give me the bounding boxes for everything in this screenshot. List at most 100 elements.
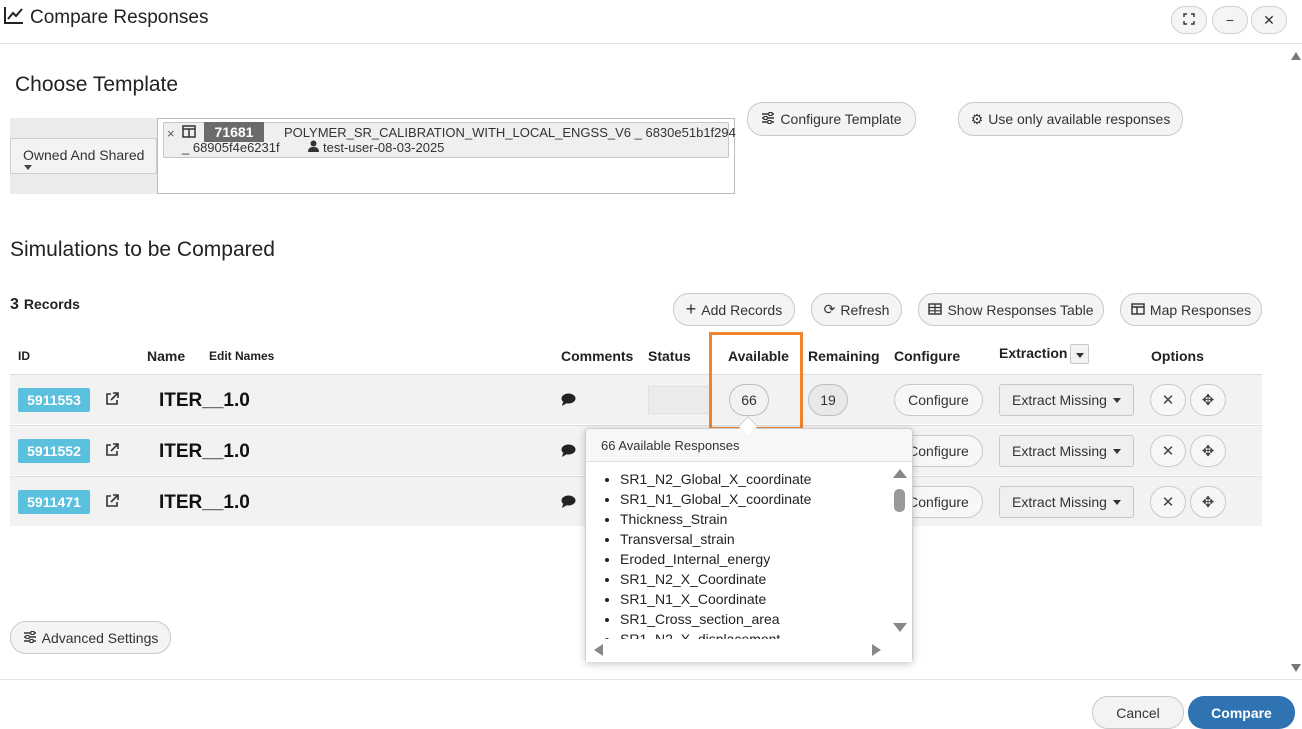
available-responses-list: SR1_N2_Global_X_coordinate SR1_N1_Global…	[586, 469, 889, 639]
refresh-icon: ⟳	[823, 301, 836, 317]
external-link-icon[interactable]	[105, 392, 119, 411]
list-item: SR1_N2_X_Coordinate	[620, 569, 889, 589]
extract-missing-label: Extract Missing	[1012, 392, 1107, 408]
columns-icon	[1131, 302, 1145, 318]
header-comments: Comments	[561, 348, 634, 364]
scroll-down-arrow-icon[interactable]	[1291, 664, 1301, 672]
sliders-icon	[23, 630, 37, 646]
move-row-button[interactable]: ✥	[1190, 486, 1226, 518]
header-name: Name	[147, 348, 186, 364]
sliders-icon	[761, 111, 775, 127]
owner-filter-dropdown[interactable]: Owned And Shared	[10, 138, 157, 174]
header-id: ID	[18, 349, 30, 363]
simulation-id-link[interactable]: 5911471	[18, 490, 90, 514]
choose-template-heading: Choose Template	[15, 73, 179, 96]
close-icon: ✕	[1161, 494, 1175, 511]
header-remaining: Remaining	[808, 348, 880, 364]
horizontal-scrollbar[interactable]	[586, 639, 912, 662]
fullscreen-button[interactable]	[1171, 6, 1207, 34]
template-user: test-user-08-03-2025	[308, 140, 444, 155]
comment-icon[interactable]	[561, 444, 576, 462]
user-icon	[308, 140, 319, 155]
scroll-down-arrow-icon[interactable]	[893, 623, 907, 632]
edit-names-link[interactable]: Edit Names	[209, 349, 274, 363]
simulation-id-link[interactable]: 5911553	[18, 388, 90, 412]
header-extraction: Extraction	[999, 345, 1068, 361]
record-count-value: 3	[10, 296, 19, 313]
simulations-heading: Simulations to be Compared	[10, 238, 275, 261]
cancel-button[interactable]: Cancel	[1092, 696, 1184, 729]
map-responses-button[interactable]: Map Responses	[1120, 293, 1262, 326]
table-icon	[928, 302, 943, 318]
close-window-button[interactable]: ✕	[1251, 6, 1287, 34]
external-link-icon[interactable]	[105, 494, 119, 513]
template-name-line1: POLYMER_SR_CALIBRATION_WITH_LOCAL_ENGSS_…	[284, 125, 736, 140]
list-item: SR1_Cross_section_area	[620, 609, 889, 629]
comment-icon[interactable]	[561, 495, 576, 513]
move-row-button[interactable]: ✥	[1190, 435, 1226, 467]
remove-row-button[interactable]: ✕	[1150, 384, 1186, 416]
extract-missing-dropdown[interactable]: Extract Missing	[999, 384, 1134, 416]
remaining-count-button[interactable]: 19	[808, 384, 848, 416]
extract-missing-label: Extract Missing	[1012, 443, 1107, 459]
available-highlight-box	[709, 332, 803, 430]
status-indicator	[648, 386, 710, 414]
refresh-label: Refresh	[840, 301, 890, 318]
scroll-up-arrow-icon[interactable]	[1291, 52, 1301, 60]
move-icon: ✥	[1201, 392, 1215, 409]
show-responses-table-button[interactable]: Show Responses Table	[918, 293, 1104, 326]
window-title: Compare Responses	[30, 7, 209, 28]
list-item: Transversal_strain	[620, 529, 889, 549]
caret-down-icon	[1076, 353, 1084, 358]
plus-icon: +	[685, 299, 697, 319]
header-status: Status	[648, 348, 691, 364]
remove-row-button[interactable]: ✕	[1150, 435, 1186, 467]
line-chart-icon	[4, 6, 24, 30]
row-configure-button[interactable]: Configure	[894, 384, 983, 416]
show-table-label: Show Responses Table	[947, 301, 1094, 318]
simulation-id-link[interactable]: 5911552	[18, 439, 90, 463]
gear-icon: ⚙	[970, 110, 984, 127]
remove-template-icon[interactable]: ×	[167, 126, 175, 141]
advanced-settings-button[interactable]: Advanced Settings	[10, 621, 171, 654]
configure-template-button[interactable]: Configure Template	[747, 102, 916, 136]
record-count: 3 Records	[10, 296, 80, 314]
minimize-button[interactable]: −	[1212, 6, 1248, 34]
extract-missing-dropdown[interactable]: Extract Missing	[999, 486, 1134, 518]
caret-down-icon	[1112, 448, 1121, 454]
simulation-name: ITER__1.0	[159, 492, 250, 513]
compare-button[interactable]: Compare	[1188, 696, 1295, 729]
close-icon: ✕	[1263, 11, 1275, 28]
scroll-left-arrow-icon[interactable]	[594, 644, 603, 656]
close-icon: ✕	[1161, 443, 1175, 460]
remove-row-button[interactable]: ✕	[1150, 486, 1186, 518]
caret-down-icon	[1112, 397, 1121, 403]
extract-missing-dropdown[interactable]: Extract Missing	[999, 435, 1134, 467]
record-count-label: Records	[23, 296, 80, 312]
add-records-button[interactable]: + Add Records	[673, 293, 795, 326]
scroll-right-arrow-icon[interactable]	[872, 644, 881, 656]
extraction-dropdown-button[interactable]	[1070, 344, 1089, 364]
comment-icon[interactable]	[561, 393, 576, 411]
scroll-up-arrow-icon[interactable]	[893, 469, 907, 478]
use-only-available-responses-button[interactable]: ⚙ Use only available responses	[958, 102, 1183, 136]
caret-down-icon	[24, 165, 32, 170]
list-item: SR1_N2_X_displacement	[620, 629, 889, 639]
close-icon: ✕	[1161, 392, 1175, 409]
external-link-icon[interactable]	[105, 443, 119, 462]
use-available-label: Use only available responses	[988, 111, 1171, 127]
caret-down-icon	[1112, 499, 1121, 505]
move-icon: ✥	[1201, 494, 1215, 511]
scrollbar-thumb[interactable]	[894, 489, 905, 512]
header-configure: Configure	[894, 348, 961, 364]
refresh-button[interactable]: ⟳ Refresh	[811, 293, 902, 326]
header-options: Options	[1151, 348, 1204, 364]
move-row-button[interactable]: ✥	[1190, 384, 1226, 416]
footer-divider	[0, 679, 1302, 680]
available-responses-popover: 66 Available Responses SR1_N2_Global_X_c…	[585, 428, 913, 662]
simulation-name: ITER__1.0	[159, 390, 250, 411]
list-item: SR1_N2_Global_X_coordinate	[620, 469, 889, 489]
map-responses-label: Map Responses	[1149, 301, 1252, 318]
owner-filter-label: Owned And Shared	[23, 147, 145, 163]
template-name-line2: _ 68905f4e6231f	[182, 140, 280, 155]
